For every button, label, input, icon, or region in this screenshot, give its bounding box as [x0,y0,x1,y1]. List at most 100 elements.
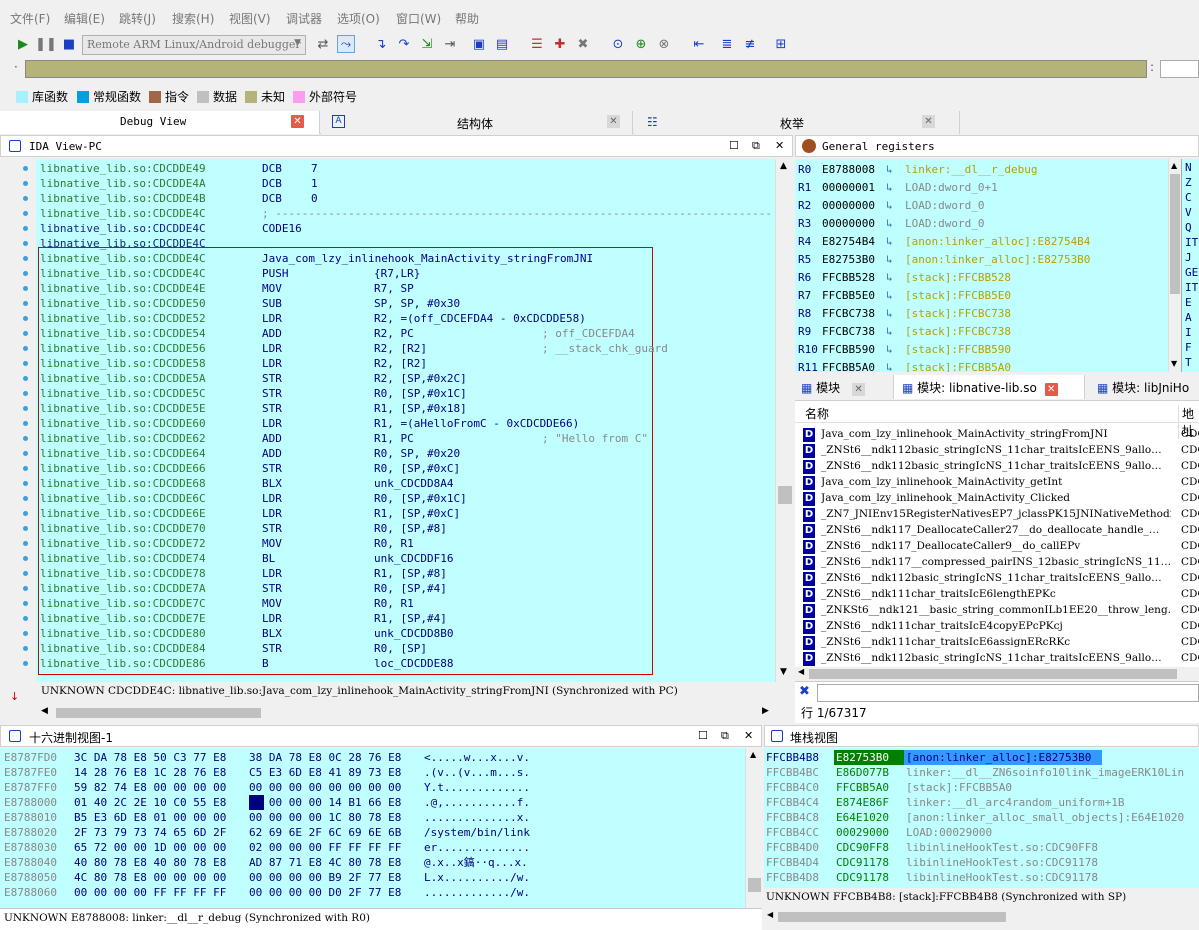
breakpoint-dot-icon[interactable] [23,271,28,276]
register-row[interactable]: R0 E8788008 ↳ linker:__dl__r_debug [798,161,1168,179]
stack-row[interactable]: FFCBB4C0 FFCBB5A0 [stack]:FFCBB5A0 [766,780,1199,795]
registers-scrollbar[interactable]: ▲ ▼ [1168,159,1181,372]
breakpoint-dot-icon[interactable] [23,286,28,291]
disassembly-line[interactable]: libnative_lib.so:CDCDDE4E MOV R7, SP [40,281,760,296]
scroll-up-icon[interactable]: ▲ [780,161,787,171]
disassembly-line[interactable]: libnative_lib.so:CDCDDE56 LDR R2, [R2] ; __… [40,341,760,356]
hex-row[interactable]: E8788040 40 80 78 E8 40 80 78 E8 AD 87 71 … [4,855,744,870]
breakpoint-dot-icon[interactable] [23,646,28,651]
menu-edit[interactable]: 编辑(E) [64,10,105,27]
register-row[interactable]: R2 00000000 ↳ LOAD:dword_0 [798,197,1168,215]
breakpoint-dot-icon[interactable] [23,556,28,561]
breakpoint-dot-icon[interactable] [23,616,28,621]
module-symbol-row[interactable]: D _ZNKSt6__ndk121__basic_string_commonILb… [803,602,1199,618]
module-symbol-row[interactable]: D _ZNSt6__ndk112basic_stringIcNS_11char_t… [803,570,1199,586]
delete-watch-icon[interactable]: ⊗ [655,35,673,53]
close-icon[interactable]: ✕ [852,383,866,396]
breakpoint-dot-icon[interactable] [23,466,28,471]
close-icon[interactable]: ✕ [775,139,784,152]
watch-icon[interactable]: ⊙ [609,35,627,53]
module-symbol-row[interactable]: D Java_com_lzy_inlinehook_MainActivity_ge… [803,474,1199,490]
ida-horizontal-scrollbar[interactable]: ◀ ▶ [38,705,776,721]
disassembly-line[interactable]: libnative_lib.so:CDCDDE66 STR R0, [SP,#0xC… [40,461,760,476]
tab-module-libjnihook[interactable]: ▦ 模块: libJniHo [1097,379,1189,403]
close-icon[interactable]: ✕ [607,115,620,128]
scroll-up-icon[interactable]: ▲ [1171,161,1177,170]
disassembly-line[interactable]: libnative_lib.so:CDCDDE7C MOV R0, R1 [40,596,760,611]
clear-filter-icon[interactable]: ✖ [799,684,810,699]
stack-row[interactable]: FFCBB4C8 E64E1020 [anon:linker_alloc_small… [766,810,1199,825]
module-symbol-row[interactable]: D _ZNSt6__ndk117_DeallocateCaller27__do_d… [803,522,1199,538]
column-name[interactable]: 名称 [805,405,829,422]
breakpoint-dot-icon[interactable] [23,346,28,351]
disassembly-line[interactable]: libnative_lib.so:CDCDDE6E LDR R1, [SP,#0xC… [40,506,760,521]
register-row[interactable]: R8 FFCBC738 ↳ [stack]:FFCBC738 [798,305,1168,323]
modules-horizontal-scrollbar[interactable]: ◀ [795,667,1199,681]
close-icon[interactable]: ✕ [291,115,304,128]
breakpoint-dot-icon[interactable] [23,541,28,546]
stack-row[interactable]: FFCBB4D8 CDC91178 libinlineHookTest.so:CDC… [766,870,1199,885]
breakpoint-dot-icon[interactable] [23,526,28,531]
navigation-strip[interactable] [25,60,1147,78]
step-over-icon[interactable]: ↷ [395,35,413,53]
module-symbol-row[interactable]: D _ZN7_JNIEnv15RegisterNativesEP7_jclassP… [803,506,1199,522]
register-row[interactable]: R7 FFCBB5E0 ↳ [stack]:FFCBB5E0 [798,287,1168,305]
show-window-2-icon[interactable]: ▤ [493,35,511,53]
breakpoint-dot-icon[interactable] [23,331,28,336]
attach-process-icon[interactable]: ⇄ [314,35,332,53]
breakpoint-dot-icon[interactable] [23,361,28,366]
register-row[interactable]: R6 FFCBB528 ↳ [stack]:FFCBB528 [798,269,1168,287]
breakpoint-dot-icon[interactable] [23,511,28,516]
menu-help[interactable]: 帮助 [455,10,479,27]
breakpoint-dot-icon[interactable] [23,316,28,321]
disassembly-line[interactable]: libnative_lib.so:CDCDDE60 LDR R1, =(aHello… [40,416,760,431]
stack-row[interactable]: FFCBB4BC E86D077B linker:__dl__ZN6soinfo10… [766,765,1199,780]
module-symbol-row[interactable]: D _ZNSt6__ndk112basic_stringIcNS_11char_t… [803,650,1199,666]
register-row[interactable]: R10 FFCBB590 ↳ [stack]:FFCBB590 [798,341,1168,359]
filter-input[interactable] [817,684,1199,702]
hex-row[interactable]: E8788060 00 00 00 00 FF FF FF FF 00 00 00 … [4,885,744,900]
float-icon[interactable]: ⧉ [721,729,729,743]
close-icon[interactable]: ✕ [744,729,753,742]
minimize-icon[interactable]: ☐ [698,729,708,742]
breakpoint-dot-icon[interactable] [23,601,28,606]
breakpoint-gutter[interactable] [0,159,36,682]
hex-row[interactable]: E8788030 65 72 00 00 1D 00 00 00 02 00 00 … [4,840,744,855]
hex-row[interactable]: E8787FE0 14 28 76 E8 1C 28 76 E8 C5 E3 6D … [4,765,744,780]
disassembly-line[interactable]: libnative_lib.so:CDCDDE80 BLX unk_CDCDD8B0 [40,626,760,641]
module-symbol-row[interactable]: D _ZNSt6__ndk111char_traitsIcE4copyEPcPKc… [803,618,1199,634]
disassembly-line[interactable]: libnative_lib.so:CDCDDE7E LDR R1, [SP,#4] [40,611,760,626]
menu-jump[interactable]: 跳转(J) [119,10,156,27]
tab-module-libnative[interactable]: ▦ 模块: libnative-lib.so ✕ [893,375,1085,399]
breakpoint-dot-icon[interactable] [23,436,28,441]
disassembly-line[interactable]: libnative_lib.so:CDCDDE64 ADD R0, SP, #0x2… [40,446,760,461]
breakpoint-dot-icon[interactable] [23,406,28,411]
disassembly-line[interactable]: libnative_lib.so:CDCDDE4C [40,236,760,251]
menu-search[interactable]: 搜索(H) [172,10,214,27]
disassembly-line[interactable]: libnative_lib.so:CDCDDE4A DCB 1 [40,176,760,191]
minimize-icon[interactable]: ☐ [729,139,739,152]
close-icon[interactable]: ✕ [922,115,935,128]
stack-row[interactable]: FFCBB4D4 CDC91178 libinlineHookTest.so:CDC… [766,855,1199,870]
breakpoint-dot-icon[interactable] [23,586,28,591]
disassembly-line[interactable]: libnative_lib.so:CDCDDE54 ADD R2, PC ; off_… [40,326,760,341]
breakpoint-dot-icon[interactable] [23,226,28,231]
stop-icon[interactable]: ■ [60,35,78,53]
tab-modules[interactable]: ▦ 模块 ✕ [801,379,866,403]
breakpoint-dot-icon[interactable] [23,256,28,261]
disassembly-line[interactable]: libnative_lib.so:CDCDDE68 BLX unk_CDCDD8A4 [40,476,760,491]
breakpoint-list-icon[interactable]: ☰ [528,35,546,53]
show-window-icon[interactable]: ▣ [470,35,488,53]
scroll-thumb[interactable] [56,708,261,718]
breakpoint-dot-icon[interactable] [23,241,28,246]
disassembly-line[interactable]: libnative_lib.so:CDCDDE5E STR R1, [SP,#0x1… [40,401,760,416]
module-symbol-row[interactable]: D _ZNSt6__ndk111char_traitsIcE6lengthEPKc… [803,586,1199,602]
tab-enums[interactable]: ☷ 枚举 ✕ [634,111,960,134]
disassembly-line[interactable]: libnative_lib.so:CDCDDE4C Java_com_lzy_in… [40,251,760,266]
disassembly-line[interactable]: libnative_lib.so:CDCDDE7A STR R0, [SP,#4] [40,581,760,596]
disassembly-line[interactable]: libnative_lib.so:CDCDDE49 DCB 7 [40,161,760,176]
trace-window-icon[interactable]: ⊞ [772,35,790,53]
breakpoint-dot-icon[interactable] [23,196,28,201]
scroll-thumb[interactable] [809,669,1177,679]
stack-horizontal-scrollbar[interactable]: ◀ [764,909,1199,925]
